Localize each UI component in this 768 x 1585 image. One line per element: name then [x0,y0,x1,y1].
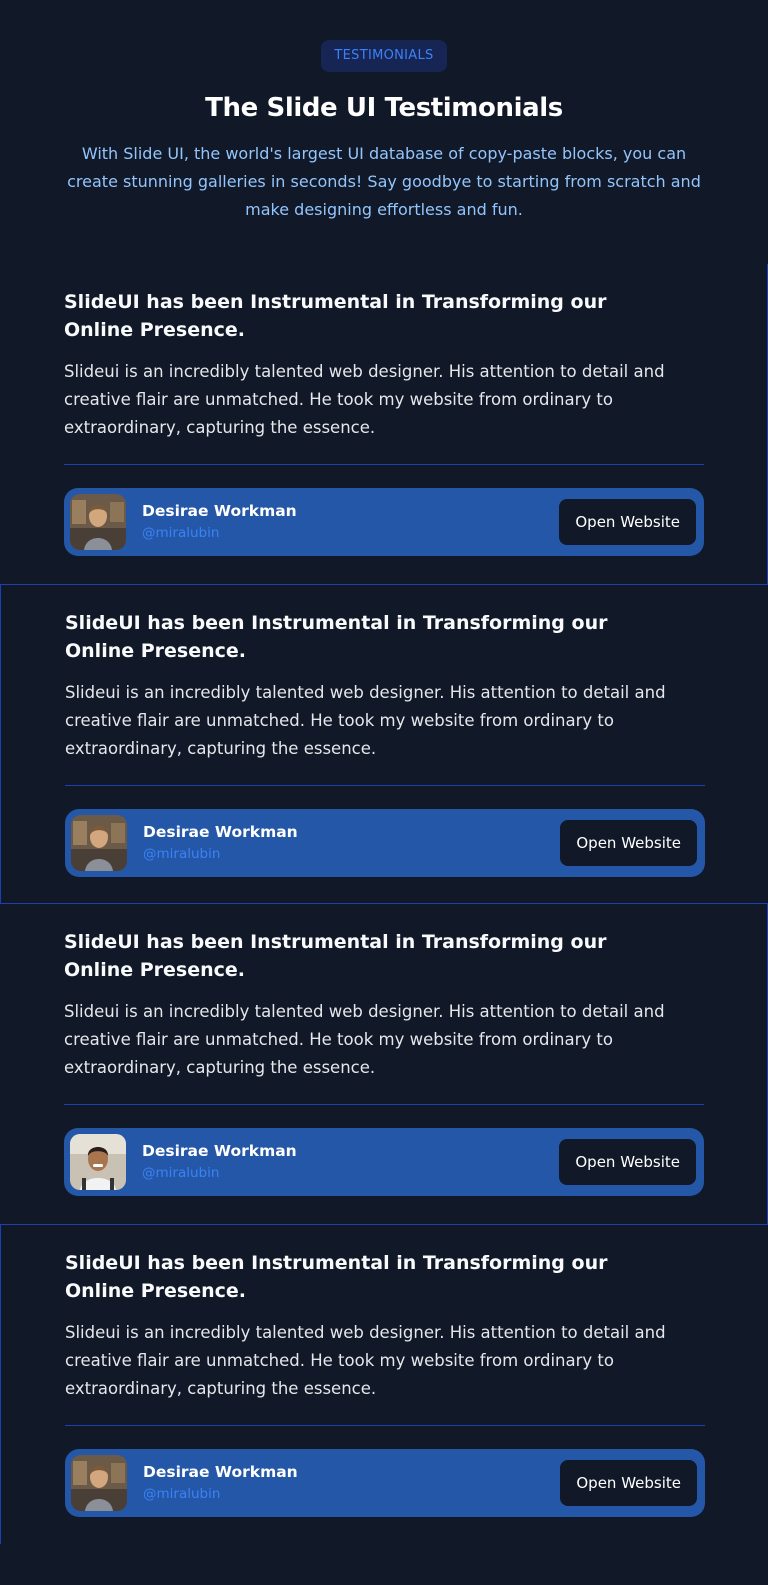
page-title: The Slide UI Testimonials [205,93,563,123]
avatar [71,1455,127,1511]
author-info: Desirae Workman @miralubin [142,501,559,543]
avatar [70,1134,126,1190]
open-website-button[interactable]: Open Website [560,1460,697,1506]
author-bar: Desirae Workman @miralubin Open Website [65,1449,705,1517]
testimonial-quote: Slideui is an incredibly talented web de… [64,362,665,437]
author-name: Desirae Workman [142,502,297,520]
open-website-button[interactable]: Open Website [559,1139,696,1185]
testimonial-quote: Slideui is an incredibly talented web de… [65,1323,666,1398]
author-bar: Desirae Workman @miralubin Open Website [65,809,705,877]
testimonial-heading: SlideUI has been Instrumental in Transfo… [64,291,607,341]
divider [65,785,705,786]
testimonial-quote: Slideui is an incredibly talented web de… [64,1002,665,1077]
testimonial-card: SlideUI has been Instrumental in Transfo… [0,264,768,584]
open-website-button[interactable]: Open Website [559,499,696,545]
author-info: Desirae Workman @miralubin [143,1462,560,1504]
author-handle[interactable]: @miralubin [143,844,560,864]
section-badge: TESTIMONIALS [321,40,447,72]
author-info: Desirae Workman @miralubin [142,1141,559,1183]
page-subtitle: With Slide UI, the world's largest UI da… [67,144,701,219]
author-name: Desirae Workman [143,1463,298,1481]
testimonial-card: SlideUI has been Instrumental in Transfo… [0,904,768,1224]
avatar [70,494,126,550]
author-handle[interactable]: @miralubin [143,1484,560,1504]
testimonial-quote: Slideui is an incredibly talented web de… [65,683,666,758]
section-header: TESTIMONIALS The Slide UI Testimonials W… [0,0,768,224]
author-bar: Desirae Workman @miralubin Open Website [64,1128,704,1196]
author-name: Desirae Workman [142,1142,297,1160]
open-website-button[interactable]: Open Website [560,820,697,866]
testimonial-card: SlideUI has been Instrumental in Transfo… [0,1224,768,1544]
testimonial-heading: SlideUI has been Instrumental in Transfo… [65,1252,608,1302]
author-name: Desirae Workman [143,823,298,841]
author-info: Desirae Workman @miralubin [143,822,560,864]
avatar [71,815,127,871]
testimonial-heading: SlideUI has been Instrumental in Transfo… [65,612,608,662]
author-handle[interactable]: @miralubin [142,1163,559,1183]
divider [64,464,704,465]
divider [64,1104,704,1105]
testimonial-list: SlideUI has been Instrumental in Transfo… [0,264,768,1544]
author-bar: Desirae Workman @miralubin Open Website [64,488,704,556]
author-handle[interactable]: @miralubin [142,523,559,543]
divider [65,1425,705,1426]
testimonials-page: TESTIMONIALS The Slide UI Testimonials W… [0,0,768,1585]
testimonial-heading: SlideUI has been Instrumental in Transfo… [64,931,607,981]
testimonial-card: SlideUI has been Instrumental in Transfo… [0,584,768,904]
